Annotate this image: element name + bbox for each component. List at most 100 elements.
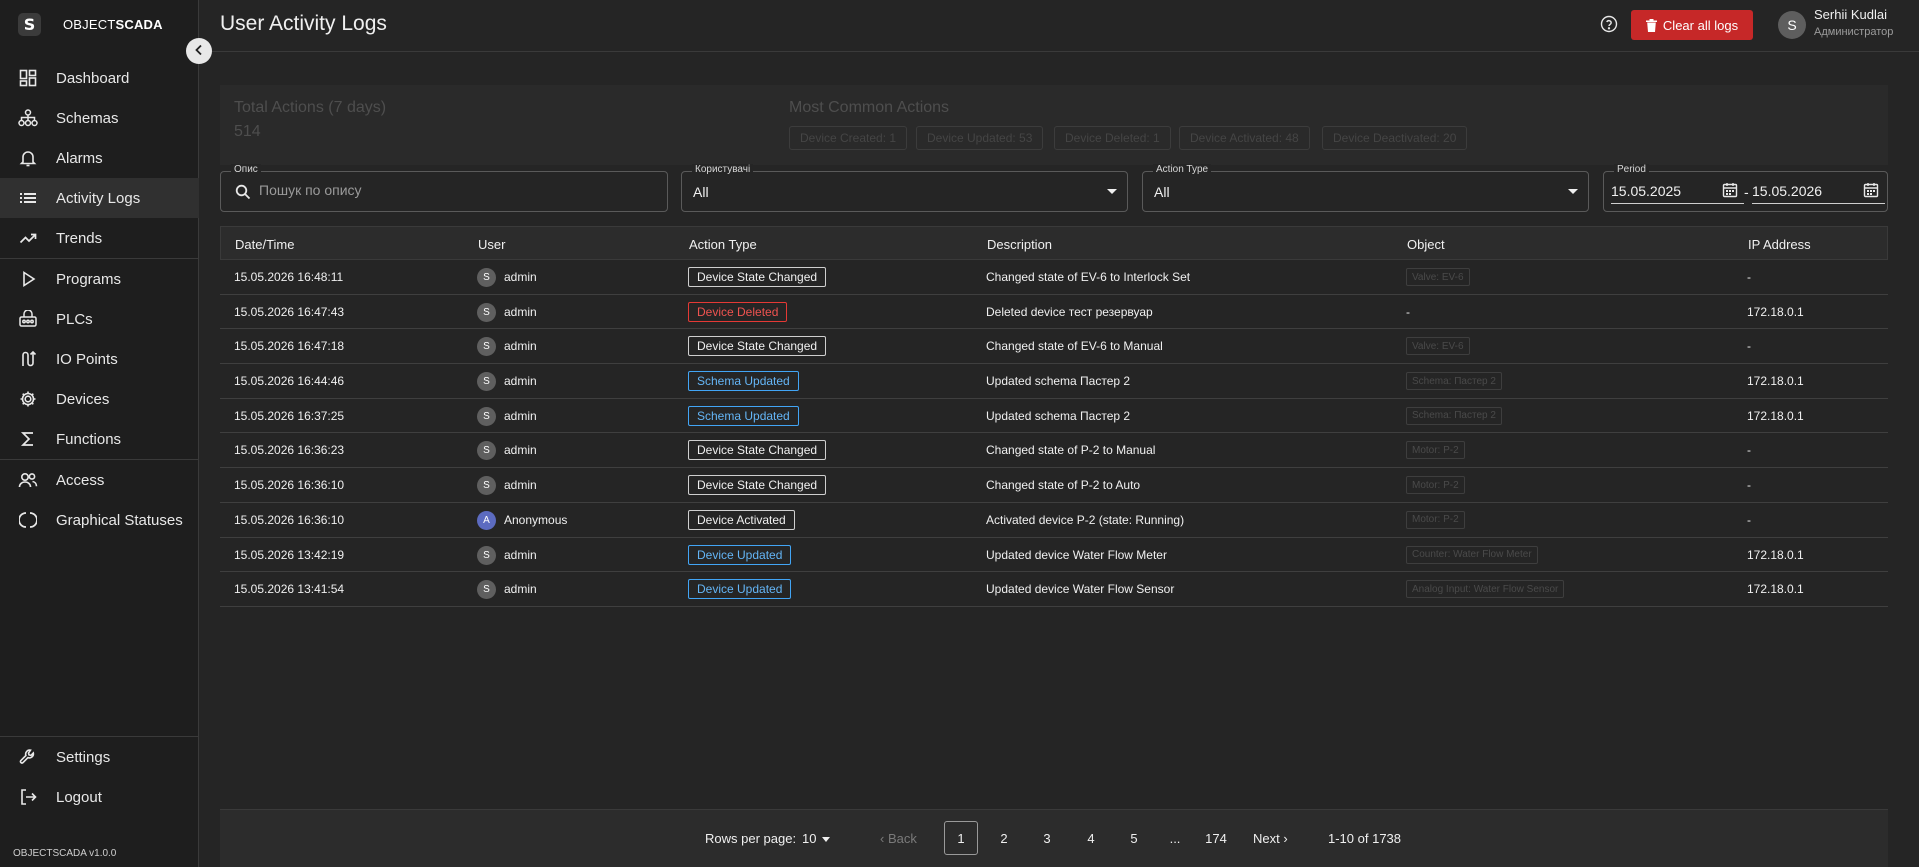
table-row[interactable]: 15.05.2026 13:42:19 Sadmin Device Updated U…	[220, 538, 1888, 573]
user-name: Serhii Kudlai	[1814, 7, 1887, 22]
sidebar-item-logout[interactable]: Logout	[0, 777, 199, 817]
sidebar-item-dashboard[interactable]: Dashboard	[0, 58, 199, 98]
table-row[interactable]: 15.05.2026 16:48:11 Sadmin Device State Ch…	[220, 260, 1888, 295]
schema-icon	[18, 108, 38, 128]
users-filter-label: Користувачі	[692, 164, 754, 175]
object-chip: Analog Input: Water Flow Sensor	[1406, 580, 1565, 599]
caret-down-icon	[1568, 189, 1578, 194]
period-from-field[interactable]: 15.05.2025	[1611, 182, 1744, 204]
page-button-3[interactable]: 3	[1030, 821, 1064, 855]
sidebar-item-trends[interactable]: Trends	[0, 218, 199, 258]
cell-description: Deleted device тест резервуар	[986, 304, 1153, 319]
sidebar-item-alarms[interactable]: Alarms	[0, 138, 199, 178]
cell-user: admin	[504, 582, 537, 597]
calendar-icon[interactable]	[1722, 182, 1738, 201]
cell-description: Updated device Water Flow Sensor	[986, 582, 1175, 597]
page-title: User Activity Logs	[220, 12, 387, 35]
io-points-icon	[18, 349, 38, 369]
sidebar-item-graphical-statuses[interactable]: Graphical Statuses	[0, 500, 199, 540]
column-header-datetime[interactable]: Date/Time	[235, 237, 294, 252]
cell-user: admin	[504, 304, 537, 319]
action-type-filter[interactable]: Action Type All	[1142, 164, 1589, 212]
calendar-icon[interactable]	[1863, 182, 1879, 201]
caret-down-icon	[1107, 189, 1117, 194]
user-avatar: S	[477, 441, 496, 461]
page-ellipsis: ...	[1169, 830, 1181, 846]
object-chip: Valve: EV-6	[1406, 337, 1470, 356]
cell-user: admin	[504, 339, 537, 354]
page-button-4[interactable]: 4	[1074, 821, 1108, 855]
table-row[interactable]: 15.05.2026 16:36:10 A Anonymous Device Acti…	[220, 503, 1888, 538]
app-version: OBJECTSCADA v1.0.0	[13, 848, 117, 859]
caret-down-icon	[822, 837, 831, 843]
user-avatar[interactable]: S	[1778, 11, 1806, 39]
cell-datetime: 15.05.2026 16:44:46	[234, 374, 345, 389]
cell-ip-address: 172.18.0.1	[1747, 547, 1804, 562]
cell-description: Updated schema Пастер 2	[986, 374, 1131, 389]
collapse-sidebar-button[interactable]	[186, 38, 212, 64]
back-button[interactable]: ‹ Back	[880, 831, 917, 846]
table-row[interactable]: 15.05.2026 16:36:23 Sadmin Device State Ch…	[220, 433, 1888, 469]
description-filter[interactable]: Опис	[220, 164, 668, 212]
sidebar: S OBJECTSCADA Dashboard Schemas Alarms A…	[0, 0, 199, 867]
cell-ip-address: 172.18.0.1	[1747, 582, 1804, 597]
user-avatar: S	[477, 268, 496, 287]
sidebar-item-functions[interactable]: Functions	[0, 419, 199, 459]
sidebar-item-activity-logs[interactable]: Activity Logs	[0, 178, 199, 218]
cell-datetime: 15.05.2026 16:36:10	[234, 478, 345, 493]
logout-icon	[18, 787, 38, 807]
rows-per-page-value: 10	[802, 831, 817, 846]
page-button-2[interactable]: 2	[987, 821, 1021, 855]
user-avatar: S	[477, 372, 496, 392]
sidebar-bottom-nav: Settings Logout	[0, 736, 199, 817]
sidebar-item-devices[interactable]: Devices	[0, 379, 199, 419]
cell-datetime: 15.05.2026 16:36:23	[234, 443, 345, 458]
sidebar-item-access[interactable]: Access	[0, 460, 199, 500]
cell-ip-address: -	[1747, 512, 1751, 527]
table-row[interactable]: 15.05.2026 13:41:54 Sadmin Device Updated U…	[220, 572, 1888, 607]
object-chip: Motor: P-2	[1406, 510, 1465, 529]
table-row[interactable]: 15.05.2026 16:44:46 Sadmin Schema Updated U…	[220, 364, 1888, 399]
column-header-description[interactable]: Description	[987, 237, 1052, 252]
cell-description: Updated schema Пастер 2	[986, 408, 1131, 423]
next-button[interactable]: Next ›	[1253, 831, 1288, 846]
column-header-object[interactable]: Object	[1407, 237, 1445, 252]
user-avatar: S	[477, 476, 496, 496]
sidebar-item-plcs[interactable]: PLCs	[0, 299, 199, 339]
table-row[interactable]: 15.05.2026 16:47:43 Sadmin Device Deleted D…	[220, 295, 1888, 330]
page-button-5[interactable]: 5	[1117, 821, 1151, 855]
action-type-badge: Device Updated	[688, 579, 792, 600]
help-icon[interactable]	[1600, 15, 1618, 33]
table-row[interactable]: 15.05.2026 16:47:18 Sadmin Device State Ch…	[220, 329, 1888, 365]
cell-user: admin	[504, 443, 537, 458]
brand[interactable]: S OBJECTSCADA	[18, 12, 163, 36]
rows-per-page-select[interactable]: 10	[802, 831, 831, 846]
page-button-174[interactable]: 174	[1199, 821, 1233, 855]
user-avatar: A	[477, 510, 496, 530]
column-header-action-type[interactable]: Action Type	[689, 237, 757, 252]
table-row[interactable]: 15.05.2026 16:36:10 Sadmin Device State Ch…	[220, 468, 1888, 503]
page-button-1[interactable]: 1	[944, 821, 978, 855]
cell-description: Changed state of P-2 to Manual	[986, 443, 1156, 458]
description-search-input[interactable]	[259, 182, 659, 198]
sidebar-item-io-points[interactable]: IO Points	[0, 339, 199, 379]
sidebar-item-settings[interactable]: Settings	[0, 737, 199, 777]
user-role: Администратор	[1814, 26, 1894, 38]
user-avatar: S	[477, 302, 496, 322]
column-header-ip-address[interactable]: IP Address	[1748, 237, 1811, 252]
table-row[interactable]: 15.05.2026 16:37:25 Sadmin Schema Updated U…	[220, 399, 1888, 434]
top-header: User Activity Logs Clear all logs S Serh…	[199, 0, 1919, 52]
sidebar-item-label: Devices	[56, 390, 110, 408]
activity-logs-table: Date/Time User Action Type Description O…	[220, 226, 1888, 607]
gear-icon	[18, 389, 38, 409]
period-to-field[interactable]: 15.05.2026	[1752, 182, 1885, 204]
cell-ip-address: -	[1747, 443, 1751, 458]
column-header-user[interactable]: User	[478, 237, 505, 252]
action-type-badge: Schema Updated	[688, 405, 799, 426]
cell-datetime: 15.05.2026 13:41:54	[234, 582, 345, 597]
clear-all-logs-button[interactable]: Clear all logs	[1631, 10, 1753, 40]
table-body: 15.05.2026 16:48:11 Sadmin Device State Ch…	[220, 260, 1888, 607]
sidebar-item-programs[interactable]: Programs	[0, 259, 199, 299]
users-filter[interactable]: Користувачі All	[681, 164, 1128, 212]
sidebar-item-schemas[interactable]: Schemas	[0, 98, 199, 138]
